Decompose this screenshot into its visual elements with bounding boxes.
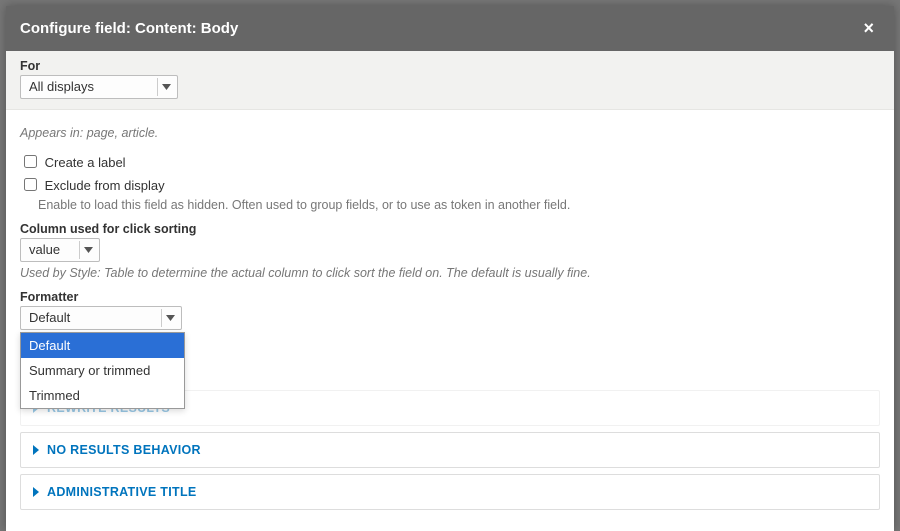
modal-title: Configure field: Content: Body <box>20 20 238 37</box>
create-label-text: Create a label <box>45 155 126 170</box>
formatter-option[interactable]: Summary or trimmed <box>21 358 184 383</box>
for-label: For <box>20 59 880 73</box>
exclude-control[interactable]: Exclude from display <box>20 178 165 193</box>
triangle-right-icon <box>33 445 39 455</box>
formatter-dropdown[interactable]: Default Summary or trimmed Trimmed <box>20 332 185 409</box>
accordion-title: ADMINISTRATIVE TITLE <box>47 485 197 499</box>
click-sort-label: Column used for click sorting <box>20 222 880 236</box>
accordion-no-results-behavior[interactable]: NO RESULTS BEHAVIOR <box>20 432 880 468</box>
formatter-select[interactable]: Default <box>20 306 182 330</box>
chevron-down-icon <box>157 78 175 96</box>
configure-field-modal: Configure field: Content: Body × For All… <box>6 6 894 531</box>
for-select[interactable]: All displays <box>20 75 178 99</box>
triangle-right-icon <box>33 487 39 497</box>
create-label-checkbox[interactable] <box>24 155 37 168</box>
exclude-text: Exclude from display <box>45 178 165 193</box>
formatter-option[interactable]: Trimmed <box>21 383 184 408</box>
formatter-label: Formatter <box>20 290 880 304</box>
create-label-row: Create a label <box>20 152 880 171</box>
modal-body: Appears in: page, article. Create a labe… <box>6 110 894 531</box>
formatter-option[interactable]: Default <box>21 333 184 358</box>
modal-header: Configure field: Content: Body × <box>6 6 894 51</box>
exclude-description: Enable to load this field as hidden. Oft… <box>38 198 880 212</box>
click-sort-value: value <box>29 242 60 257</box>
chevron-down-icon <box>79 241 97 259</box>
chevron-down-icon <box>161 309 179 327</box>
close-icon[interactable]: × <box>857 16 880 41</box>
appears-in-text: Appears in: page, article. <box>20 126 880 140</box>
exclude-row: Exclude from display <box>20 175 880 194</box>
accordion-title: NO RESULTS BEHAVIOR <box>47 443 201 457</box>
click-sort-hint: Used by Style: Table to determine the ac… <box>20 266 880 280</box>
create-label-control[interactable]: Create a label <box>20 155 126 170</box>
accordion-administrative-title[interactable]: ADMINISTRATIVE TITLE <box>20 474 880 510</box>
click-sort-select[interactable]: value <box>20 238 100 262</box>
formatter-value: Default <box>29 310 70 325</box>
for-section: For All displays <box>6 51 894 110</box>
for-select-value: All displays <box>29 79 94 94</box>
exclude-checkbox[interactable] <box>24 178 37 191</box>
